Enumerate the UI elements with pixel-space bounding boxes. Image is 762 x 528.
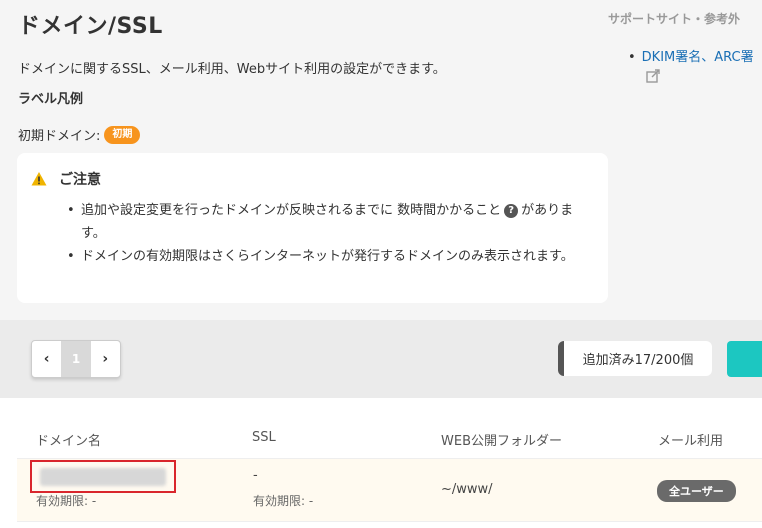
web-folder: ~/www/ [441, 482, 493, 497]
current-page[interactable]: 1 [61, 341, 91, 377]
warning-icon [31, 172, 47, 186]
notice-item: ドメインの有効期限はさくらインターネットが発行するドメインのみ表示されます。 [61, 245, 596, 268]
pagination: ‹ 1 › [31, 340, 121, 378]
page-title: ドメイン/SSL [18, 14, 163, 39]
column-header-ssl[interactable]: SSL [252, 430, 276, 445]
domain-name-redacted[interactable] [30, 460, 176, 493]
bullet: • [628, 50, 636, 65]
support-site-title: サポートサイト・参考外 [608, 12, 741, 26]
column-header-web-folder[interactable]: WEB公開フォルダー [441, 430, 562, 449]
prev-page-button[interactable]: ‹ [32, 341, 61, 377]
add-domain-button[interactable] [727, 341, 762, 377]
external-link-icon[interactable] [646, 69, 660, 83]
notice-item-text: 追加や設定変更を行ったドメインが反映されるまでに 数時間かかること [81, 203, 502, 218]
column-header-domain[interactable]: ドメイン名 [36, 430, 101, 449]
notice-box: ご注意 追加や設定変更を行ったドメインが反映されるまでに 数時間かかること?があ… [17, 153, 608, 303]
ssl-status[interactable]: - [253, 468, 258, 483]
domain-count: 追加済み17/200個 [558, 341, 712, 376]
notice-header: ご注意 [31, 169, 101, 189]
domain-expiry: 有効期限: - [36, 494, 97, 508]
page-description: ドメインに関するSSL、メール利用、Webサイト利用の設定ができます。 [18, 62, 446, 77]
next-page-button[interactable]: › [91, 341, 120, 377]
legend-row: 初期ドメイン: 初期 [18, 125, 141, 144]
notice-item: 追加や設定変更を行ったドメインが反映されるまでに 数時間かかること?があります。 [61, 199, 596, 245]
initial-domain-label: 初期ドメイン: [18, 129, 101, 144]
notice-list: 追加や設定変更を行ったドメインが反映されるまでに 数時間かかること?があります。… [61, 199, 596, 268]
ssl-expiry: 有効期限: - [253, 494, 314, 508]
support-link[interactable]: DKIM署名、ARC署 [642, 50, 754, 65]
legend-title: ラベル凡例 [18, 92, 84, 107]
support-link-row[interactable]: • DKIM署名、ARC署 [628, 46, 754, 65]
help-icon[interactable]: ? [504, 203, 519, 218]
notice-title: ご注意 [59, 172, 101, 188]
initial-badge: 初期 [104, 125, 141, 144]
column-header-mail[interactable]: メール利用 [658, 430, 723, 449]
redacted-text [40, 468, 166, 486]
mail-usage-badge: 全ユーザー [657, 480, 736, 502]
